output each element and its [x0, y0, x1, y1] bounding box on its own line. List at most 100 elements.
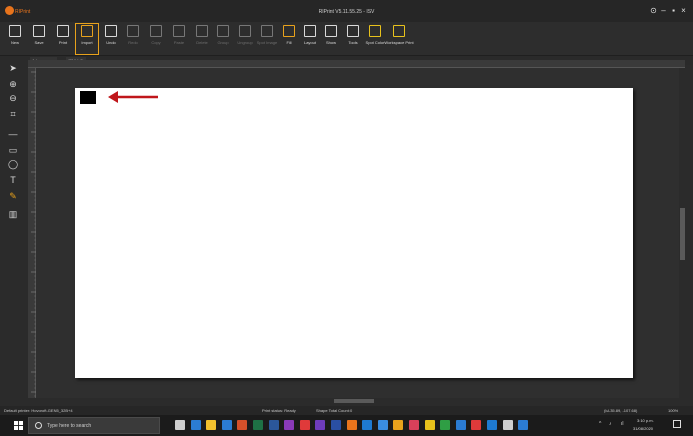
taskbar-maps-icon[interactable] — [440, 420, 451, 430]
zoom-out-icon[interactable]: ⊖ — [7, 92, 19, 104]
tray-chevron-icon[interactable]: ^ — [599, 421, 601, 427]
taskbar-search-input[interactable]: Type here to search — [28, 417, 160, 434]
taskbar-chrome-icon[interactable] — [409, 420, 419, 430]
close-button[interactable]: × — [679, 6, 688, 15]
taskbar-app2-icon[interactable] — [518, 420, 529, 430]
taskbar-excel-icon[interactable] — [253, 420, 263, 430]
save-icon — [33, 25, 45, 37]
show-icon — [325, 25, 337, 37]
toolbar-import-button[interactable]: Import — [75, 23, 99, 55]
toolbar-redo-button[interactable]: Redo — [122, 24, 144, 54]
taskbar-mail-icon[interactable] — [221, 420, 232, 430]
layout-icon — [304, 25, 316, 37]
taskbar-sticky-icon[interactable] — [424, 420, 435, 430]
windows-start-icon[interactable] — [14, 421, 23, 430]
search-placeholder: Type here to search — [47, 423, 92, 429]
taskbar-onedrive-icon[interactable] — [377, 420, 388, 430]
paste-icon — [173, 25, 185, 37]
status-coords: (Ы-35.89, -107.68) — [604, 408, 638, 413]
taskbar-store-icon[interactable] — [362, 420, 373, 430]
status-print: Print status: Ready — [262, 408, 296, 413]
application-window: RIPrint RIPrint V5.11.55.25 - ISV ⊙ – ▪ … — [0, 0, 693, 436]
taskbar-acrobat-icon[interactable] — [299, 420, 310, 430]
toolbar-tools-button[interactable]: Tools — [342, 24, 364, 54]
taskbar-settings-icon[interactable] — [502, 420, 513, 430]
help-icon[interactable]: ⊙ — [649, 6, 658, 15]
taskbar-riprint-icon[interactable] — [393, 420, 404, 430]
tray-date[interactable]: 31/08/2020 — [633, 426, 653, 431]
tools-icon — [347, 25, 359, 37]
notifications-icon[interactable] — [673, 420, 681, 428]
text-icon[interactable]: T — [7, 174, 19, 186]
horizontal-scrollbar[interactable] — [36, 398, 679, 404]
zoom-in-icon[interactable]: ⊕ — [7, 78, 19, 90]
print-page[interactable] — [75, 88, 633, 378]
toolbar-ungroup-button[interactable]: Ungroup — [234, 24, 256, 54]
toolbar-new-button[interactable]: New — [4, 24, 26, 54]
toolbar-workspace-print-button[interactable]: Workspace Print — [384, 24, 414, 54]
toolbar-save-button[interactable]: Save — [28, 24, 50, 54]
group-icon — [217, 25, 229, 37]
rectangle-icon[interactable]: ▭ — [7, 144, 19, 156]
spot-image-icon — [261, 25, 273, 37]
fill-icon — [283, 25, 295, 37]
volume-icon[interactable]: ♪ — [609, 421, 612, 427]
toolbar-delete-button[interactable]: Delete — [191, 24, 213, 54]
barcode-icon[interactable]: ▥ — [7, 208, 19, 220]
taskbar-file-explorer-icon[interactable] — [206, 420, 217, 430]
vertical-scrollbar[interactable] — [679, 68, 686, 398]
import-icon — [81, 25, 93, 37]
toolbar-label: Workspace Print — [384, 40, 414, 45]
toolbar-undo-button[interactable]: Undo — [100, 24, 122, 54]
status-zoom: 100% — [668, 408, 679, 413]
vertical-ruler-ticks — [31, 71, 36, 409]
spot-color-icon — [369, 25, 381, 37]
toolbar-layout-button[interactable]: Layout — [299, 24, 321, 54]
taskbar-aftereffects-icon[interactable] — [331, 420, 341, 430]
ungroup-icon — [239, 25, 251, 37]
tray-time[interactable]: 3:10 p.m. — [637, 418, 654, 423]
maximize-button[interactable]: ▪ — [669, 6, 678, 15]
canvas-workarea[interactable] — [36, 68, 679, 398]
select-arrow-icon[interactable]: ➤ — [7, 62, 19, 74]
horizontal-ruler: -180-90090180270360450540630720810900990… — [28, 60, 687, 73]
status-bar: Default printer: Hovoroft-GEN5_32B+4 Pri… — [0, 406, 693, 415]
black-rectangle-shape[interactable] — [80, 91, 96, 104]
toolbar-print-button[interactable]: Print — [52, 24, 74, 54]
undo-icon — [105, 25, 117, 37]
taskbar-word-icon[interactable] — [268, 420, 279, 430]
taskbar-photoshop-icon[interactable] — [284, 420, 295, 430]
line-icon[interactable]: — — [7, 128, 19, 140]
toolbar-paste-button[interactable]: Paste — [168, 24, 190, 54]
taskbar-edge-icon[interactable] — [190, 420, 201, 430]
horizontal-scroll-thumb[interactable] — [334, 399, 374, 403]
taskbar-task-view-icon[interactable] — [175, 420, 185, 430]
toolbar-group-button[interactable]: Group — [212, 24, 234, 54]
ribbon-toolbar: New Save Print Import Undo Redo Copy Paste Delet… — [0, 22, 693, 56]
search-icon — [35, 422, 42, 429]
taskbar-app-icon[interactable] — [471, 420, 482, 430]
red-arrow-annotation — [108, 91, 158, 103]
vertical-scroll-thumb[interactable] — [680, 208, 685, 260]
new-document-icon — [9, 25, 21, 37]
ellipse-icon[interactable]: ◯ — [7, 158, 19, 170]
taskbar-teams-icon[interactable] — [487, 420, 497, 430]
pen-icon[interactable]: ✎ — [7, 190, 19, 202]
language-icon[interactable]: ıl — [621, 421, 624, 427]
status-shape-count: Shape Total Count:0 — [316, 408, 353, 413]
print-icon — [57, 25, 69, 37]
minimize-button[interactable]: – — [659, 6, 668, 15]
toolbar-copy-button[interactable]: Copy — [145, 24, 167, 54]
crop-icon[interactable]: ⌗ — [7, 108, 19, 120]
taskbar-illustrator-icon[interactable] — [346, 420, 357, 430]
toolbar-fill-button[interactable]: Fill — [278, 24, 300, 54]
taskbar-powerpoint-icon[interactable] — [237, 420, 248, 430]
taskbar-premiere-icon[interactable] — [315, 420, 326, 430]
toolbar-spot-color-button[interactable]: Spot Color — [364, 24, 386, 54]
toolbar-show-button[interactable]: Show — [320, 24, 342, 54]
redo-icon — [127, 25, 139, 37]
taskbar-outlook-icon[interactable] — [455, 420, 466, 430]
system-tray: ^ ♪ ıl 3:10 p.m. 31/08/2020 — [593, 415, 693, 436]
toolbar-spot-image-button[interactable]: Spot Image — [256, 24, 278, 54]
windows-taskbar: Type here to search ^ ♪ ıl 3:10 p.m. 31/… — [0, 415, 693, 436]
